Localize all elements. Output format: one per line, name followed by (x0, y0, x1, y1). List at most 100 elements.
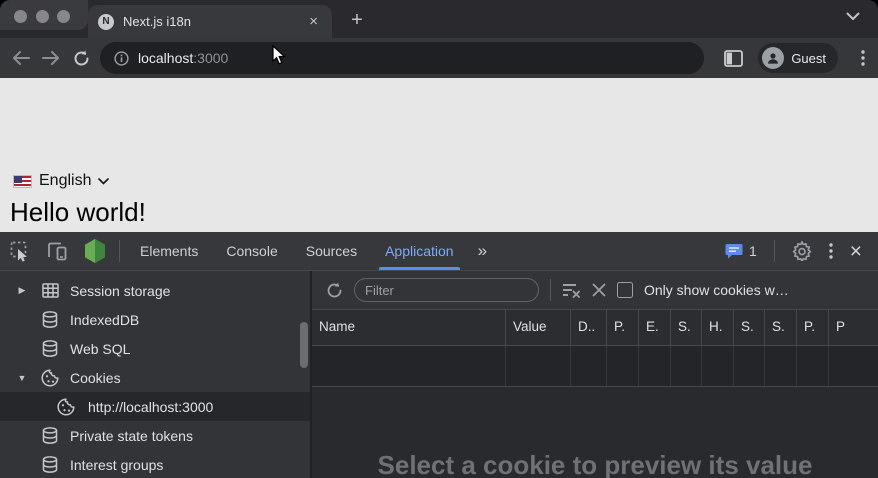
database-icon (40, 427, 60, 444)
avatar (762, 47, 784, 69)
toolbar-divider (119, 240, 120, 262)
mouse-cursor (272, 45, 287, 66)
window-controls (0, 0, 88, 30)
nodejs-icon[interactable] (83, 238, 107, 264)
column-header-domain[interactable]: D.. (571, 310, 607, 345)
window-close-button[interactable] (14, 10, 27, 23)
sidebar-item-label: IndexedDB (70, 312, 139, 328)
column-header-partition[interactable]: P. (797, 310, 829, 345)
empty-cell (671, 346, 702, 386)
cookies-panel: Only show cookies w… Name Value D.. P. E… (312, 271, 878, 478)
devtools-toolbar-icons (0, 238, 119, 264)
expand-down-icon[interactable]: ▼ (16, 373, 28, 383)
tab-elements[interactable]: Elements (126, 232, 212, 270)
empty-cell (607, 346, 639, 386)
column-header-priority[interactable]: P (829, 310, 878, 345)
column-header-samesite[interactable]: S. (765, 310, 797, 345)
cookie-preview-pane: Select a cookie to preview its value (312, 387, 878, 478)
forward-button[interactable] (36, 43, 66, 73)
sidebar-item-label: Interest groups (70, 457, 163, 473)
column-header-size[interactable]: S. (671, 310, 702, 345)
empty-cell (765, 346, 797, 386)
database-icon (40, 456, 60, 473)
devtools-close-icon[interactable]: × (850, 241, 862, 262)
sidebar-item-label: Cookies (70, 370, 121, 386)
filter-input[interactable] (354, 278, 539, 302)
inspect-element-icon[interactable] (10, 241, 31, 262)
profile-button[interactable]: Guest (758, 43, 838, 73)
column-header-path[interactable]: P. (607, 310, 639, 345)
database-icon (40, 311, 60, 328)
tab-close-icon[interactable]: × (305, 12, 322, 31)
settings-gear-icon[interactable] (792, 241, 812, 261)
sidebar-scrollbar[interactable] (300, 322, 308, 368)
issues-counter[interactable]: 1 (725, 243, 757, 259)
browser-tab[interactable]: N Next.js i18n × (88, 5, 332, 38)
tab-sources[interactable]: Sources (292, 232, 371, 270)
profile-name: Guest (791, 51, 826, 66)
tab-application[interactable]: Application (371, 232, 468, 270)
back-button[interactable] (6, 43, 36, 73)
sidebar-item-session-storage[interactable]: ▶ Session storage (0, 276, 310, 305)
sidebar-item-label: Private state tokens (70, 428, 193, 444)
browser-window: N Next.js i18n × + localhost:3000 (0, 0, 878, 478)
sidebar-item-cookies[interactable]: ▼ Cookies (0, 363, 310, 392)
window-zoom-button[interactable] (57, 10, 70, 23)
language-selector[interactable]: English (13, 172, 109, 190)
empty-cell (506, 346, 571, 386)
column-header-name[interactable]: Name (312, 310, 506, 345)
empty-cell (312, 346, 506, 386)
sidebar-item-indexeddb[interactable]: IndexedDB (0, 305, 310, 334)
window-minimize-button[interactable] (36, 10, 49, 23)
reload-button[interactable] (66, 43, 96, 73)
column-header-httponly[interactable]: H. (702, 310, 734, 345)
column-header-expires[interactable]: E. (639, 310, 671, 345)
empty-cell (829, 346, 878, 386)
sidebar-item-localhost-cookies[interactable]: http://localhost:3000 (0, 392, 310, 421)
cookie-table-header: Name Value D.. P. E. S. H. S. S. P. P (312, 310, 878, 346)
chevron-down-icon (98, 178, 109, 185)
device-toolbar-icon[interactable] (46, 242, 68, 261)
page-title: Hello world! (10, 197, 146, 228)
empty-cell (702, 346, 734, 386)
devtools-toolbar: Elements Console Sources Application » 1 (0, 232, 878, 271)
column-header-value[interactable]: Value (506, 310, 571, 345)
delete-all-icon[interactable] (592, 283, 606, 297)
url-text: localhost:3000 (138, 50, 228, 66)
devtools-tabs: Elements Console Sources Application » (126, 232, 497, 270)
sidebar-item-label: http://localhost:3000 (88, 399, 213, 415)
toolbar-divider (550, 279, 551, 301)
refresh-icon[interactable] (326, 282, 343, 299)
browser-menu-icon[interactable] (848, 43, 878, 73)
empty-cookie-row[interactable] (312, 346, 878, 387)
column-header-secure[interactable]: S. (734, 310, 765, 345)
table-icon (40, 283, 60, 298)
cookie-icon (40, 369, 60, 387)
cookie-preview-message: Select a cookie to preview its value (312, 450, 878, 478)
more-tabs-icon[interactable]: » (468, 232, 497, 270)
only-show-issues-checkbox[interactable] (617, 282, 633, 298)
expand-right-icon[interactable]: ▶ (16, 285, 28, 296)
site-info-icon[interactable] (114, 51, 129, 66)
sidebar-item-interest-groups[interactable]: Interest groups (0, 450, 310, 478)
only-show-issues-label[interactable]: Only show cookies w… (644, 282, 868, 298)
sidebar-item-private-state-tokens[interactable]: Private state tokens (0, 421, 310, 450)
clear-filter-icon[interactable] (562, 282, 581, 298)
cookies-toolbar: Only show cookies w… (312, 271, 878, 310)
cookie-icon (56, 398, 76, 416)
tab-favicon-icon: N (98, 14, 114, 30)
sidebar-item-label: Session storage (70, 283, 170, 299)
side-panel-icon[interactable] (718, 43, 748, 73)
sidebar-item-web-sql[interactable]: Web SQL (0, 334, 310, 363)
toolbar-right-group: Guest (718, 43, 878, 73)
devtools-menu-icon[interactable] (829, 243, 833, 259)
address-bar[interactable]: localhost:3000 (100, 42, 704, 74)
new-tab-button[interactable]: + (344, 7, 370, 33)
devtools-panel: Elements Console Sources Application » 1 (0, 232, 878, 478)
tab-console[interactable]: Console (212, 232, 291, 270)
tab-search-chevron-icon[interactable] (846, 12, 860, 21)
application-sidebar: ▶ Session storage IndexedDB W (0, 271, 312, 478)
us-flag-icon (13, 175, 32, 188)
toolbar-divider (774, 240, 775, 262)
tab-title: Next.js i18n (123, 14, 305, 29)
